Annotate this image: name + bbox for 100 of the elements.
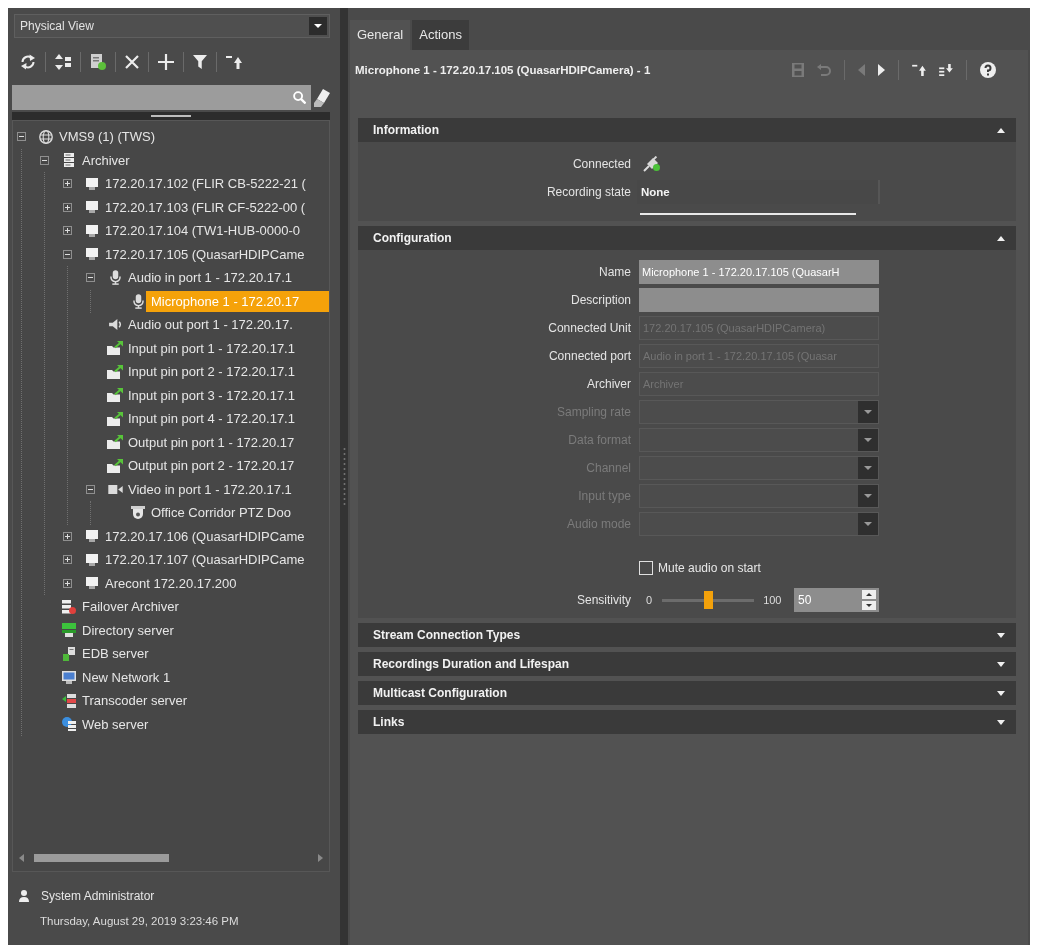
- caret-down-icon[interactable]: [997, 632, 1005, 638]
- field-label: Archiver: [587, 376, 631, 393]
- slider-max-label: 100: [763, 594, 782, 606]
- collapse-icon[interactable]: [86, 273, 95, 283]
- folder-arrow-icon: [107, 341, 123, 356]
- video-camera-icon: [107, 484, 123, 494]
- up-down-arrows-icon[interactable]: [55, 53, 71, 70]
- tab[interactable]: Actions: [412, 20, 469, 50]
- scrollbar-thumb[interactable]: [34, 854, 169, 862]
- tree-item[interactable]: Input pin port 4 - 172.20.17.1: [123, 408, 300, 430]
- server-icon: [62, 623, 76, 638]
- tree-item[interactable]: EDB server: [77, 643, 154, 665]
- tree-item[interactable]: Input pin port 3 - 172.20.17.1: [123, 384, 300, 406]
- tab[interactable]: General: [350, 20, 411, 50]
- section-header[interactable]: Recordings Duration and Lifespan: [358, 652, 1016, 676]
- view-dropdown[interactable]: Physical View: [14, 14, 330, 38]
- list-arrow-down-icon[interactable]: [939, 64, 953, 76]
- expand-icon[interactable]: [63, 531, 72, 541]
- tree-item[interactable]: Output pin port 2 - 172.20.17: [123, 455, 300, 477]
- folder-arrow-icon: [107, 364, 123, 379]
- user-name: System Administrator: [41, 889, 155, 903]
- splitter-grip[interactable]: [342, 446, 346, 507]
- tree-item[interactable]: 172.20.17.104 (TW1-HUB-0000-0: [100, 220, 306, 242]
- field-label: Description: [570, 292, 631, 309]
- tree-item[interactable]: 172.20.17.103 (FLIR CF-5222-00 (: [100, 196, 311, 218]
- scroll-left-icon[interactable]: [19, 854, 24, 862]
- spin-down-icon[interactable]: [862, 601, 876, 610]
- server-alert-icon: [62, 599, 76, 614]
- tree-item[interactable]: Audio out port 1 - 172.20.17.: [123, 314, 298, 336]
- tree-item[interactable]: Video in port 1 - 172.20.17.1: [123, 478, 297, 500]
- entity-title: Microphone 1 - 172.20.17.105 (QuasarHDIPCamera) - 1: [355, 64, 651, 76]
- page-badge-icon[interactable]: [90, 53, 106, 70]
- caret-down-icon[interactable]: [997, 690, 1005, 696]
- field-label: Connected port: [548, 348, 631, 365]
- tree-item[interactable]: 172.20.17.105 (QuasarHDIPCame: [100, 243, 310, 265]
- section-header[interactable]: Multicast Configuration: [358, 681, 1016, 705]
- tree-item[interactable]: Input pin port 1 - 172.20.17.1: [123, 337, 300, 359]
- microphone-icon: [132, 293, 144, 309]
- collapse-icon[interactable]: [63, 249, 72, 259]
- tree-item[interactable]: Archiver: [77, 149, 135, 171]
- scroll-right-icon[interactable]: [318, 854, 323, 862]
- spin-up-icon[interactable]: [862, 590, 876, 599]
- tree-item[interactable]: Arecont 172.20.17.200: [100, 572, 242, 594]
- date-time: Thursday, August 29, 2019 3:23:46 PM: [40, 915, 240, 927]
- search-field[interactable]: [12, 85, 311, 110]
- monitor-icon: [86, 177, 98, 190]
- section-header[interactable]: Links: [358, 710, 1016, 734]
- cross-icon[interactable]: [125, 54, 139, 69]
- tree-item[interactable]: Output pin port 1 - 172.20.17: [123, 431, 300, 453]
- collapse-icon[interactable]: [40, 155, 49, 165]
- server-icon: [64, 153, 74, 168]
- search-icon: [293, 91, 306, 104]
- help-icon[interactable]: [980, 62, 996, 78]
- bar-arrow-up-icon[interactable]: [226, 54, 242, 69]
- monitor-icon: [86, 201, 98, 214]
- field-label: Name: [599, 264, 631, 281]
- slider-thumb[interactable]: [703, 591, 713, 609]
- collapse-icon[interactable]: [17, 132, 26, 142]
- plus-icon[interactable]: [158, 53, 174, 70]
- tree-item[interactable]: Transcoder server: [77, 690, 192, 712]
- splitter-handle[interactable]: [12, 112, 330, 120]
- caret-down-icon[interactable]: [997, 719, 1005, 725]
- expand-icon[interactable]: [63, 555, 72, 565]
- tree-item[interactable]: Failover Archiver: [77, 596, 184, 618]
- tree-item[interactable]: VMS9 (1) (TWS): [54, 126, 161, 148]
- tree-item[interactable]: 172.20.17.107 (QuasarHDIPCame: [100, 549, 310, 571]
- eraser-icon[interactable]: [314, 88, 330, 107]
- server-icon: [63, 646, 75, 661]
- caret-down-icon[interactable]: [997, 661, 1005, 667]
- tree-item[interactable]: New Network 1: [77, 666, 176, 688]
- expand-icon[interactable]: [63, 202, 72, 212]
- monitor-icon: [86, 530, 98, 543]
- monitor-icon: [86, 577, 98, 590]
- text-field[interactable]: [639, 288, 879, 312]
- slider-min-label: 0: [646, 594, 653, 606]
- filter-icon[interactable]: [193, 54, 207, 69]
- tree-item[interactable]: Input pin port 2 - 172.20.17.1: [123, 361, 300, 383]
- tree-item[interactable]: 172.20.17.106 (QuasarHDIPCame: [100, 525, 310, 547]
- section-header[interactable]: Information: [358, 118, 1016, 142]
- collapse-icon[interactable]: [86, 484, 95, 494]
- tree-item[interactable]: Office Corridor PTZ Doo: [146, 502, 296, 524]
- expand-icon[interactable]: [63, 226, 72, 236]
- tree-item[interactable]: Directory server: [77, 619, 179, 641]
- section-header[interactable]: Configuration: [358, 226, 1016, 250]
- bar-arrow-up-icon[interactable]: [912, 64, 926, 76]
- refresh-icon[interactable]: [20, 53, 36, 70]
- field-label: Connected Unit: [548, 320, 631, 337]
- globe-server-icon: [62, 717, 76, 732]
- checkbox[interactable]: [639, 561, 653, 575]
- expand-icon[interactable]: [63, 578, 72, 588]
- tree-item[interactable]: Web server: [77, 713, 154, 735]
- expand-icon[interactable]: [63, 179, 72, 189]
- tree-item[interactable]: Audio in port 1 - 172.20.17.1: [123, 267, 298, 289]
- next-icon[interactable]: [878, 64, 885, 76]
- caret-up-icon[interactable]: [997, 235, 1005, 241]
- checkbox-label[interactable]: Mute audio on start: [658, 561, 761, 575]
- tree-item[interactable]: 172.20.17.102 (FLIR CB-5222-21 (: [100, 173, 311, 195]
- field-label: Sensitivity: [576, 592, 631, 609]
- caret-up-icon[interactable]: [997, 127, 1005, 133]
- section-header[interactable]: Stream Connection Types: [358, 623, 1016, 647]
